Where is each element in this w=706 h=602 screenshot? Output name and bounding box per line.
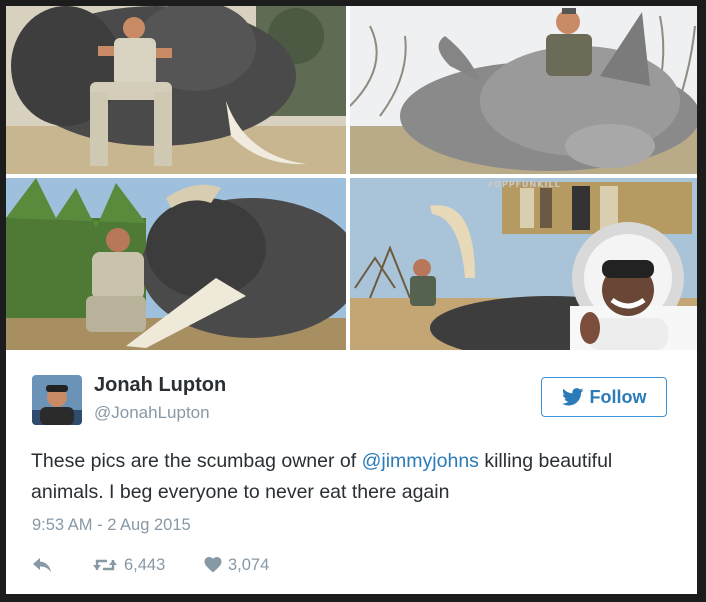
photo-elephant-2-image (6, 178, 346, 350)
reply-icon (33, 558, 51, 572)
retweet-icon (93, 559, 117, 571)
tweet-embed-card: #OPPFUNKILL Jonah Lupton @JonahLupton Fo… (6, 6, 697, 594)
photo-overlay-tag: #OPPFUNKILL (486, 180, 561, 189)
photo-rhino[interactable] (350, 6, 697, 174)
timestamp[interactable]: 9:53 AM - 2 Aug 2015 (32, 516, 191, 535)
mention-link[interactable]: @jimmyjohns (362, 450, 479, 472)
twitter-bird-icon (561, 388, 583, 406)
user-handle[interactable]: @JonahLupton (94, 403, 210, 423)
retweet-button[interactable]: 6,443 (92, 556, 204, 575)
photo-collage-image (350, 178, 697, 350)
photo-elephant-1-image (6, 6, 346, 174)
like-button[interactable]: 3,074 (204, 556, 269, 575)
tweet-text-before: These pics are the scumbag owner of (31, 450, 362, 472)
tweet-actions: 6,443 3,074 (32, 553, 269, 577)
retweet-count: 6,443 (124, 555, 166, 574)
avatar-image (32, 375, 82, 425)
photo-elephant-2[interactable] (6, 178, 346, 350)
reply-button[interactable] (32, 557, 92, 573)
like-count: 3,074 (228, 555, 270, 574)
photo-collage[interactable]: #OPPFUNKILL (350, 178, 697, 350)
follow-button[interactable]: Follow (541, 377, 667, 417)
heart-icon (204, 557, 222, 573)
avatar[interactable] (32, 375, 82, 425)
follow-label: Follow (589, 386, 647, 407)
tweet: Jonah Lupton @JonahLupton Follow These p… (6, 350, 697, 594)
display-name[interactable]: Jonah Lupton (94, 374, 226, 397)
tweet-text: These pics are the scumbag owner of @jim… (31, 446, 671, 508)
photo-rhino-image (350, 6, 697, 174)
photo-elephant-1[interactable] (6, 6, 346, 174)
